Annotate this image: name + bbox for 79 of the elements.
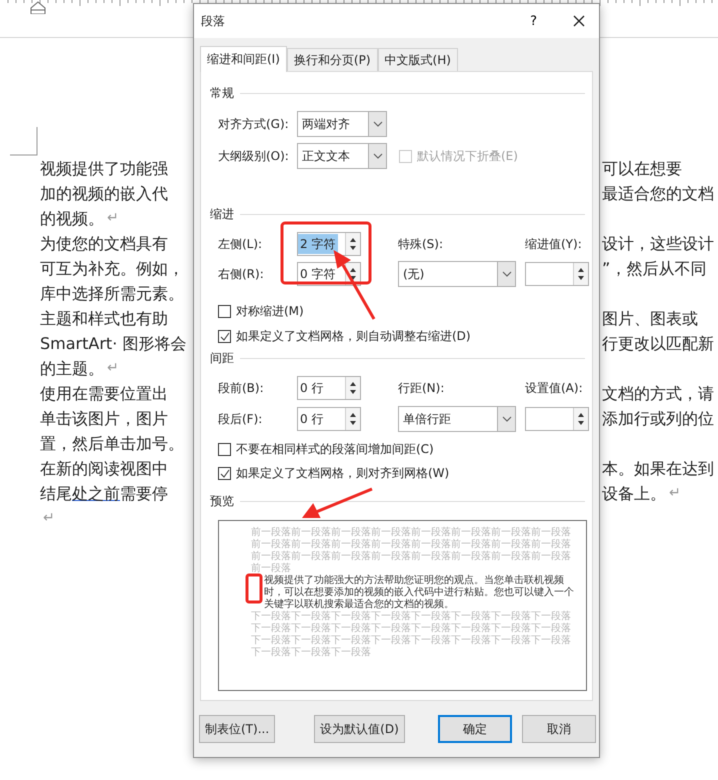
tab[interactable]: 换行和分页(P) [286,48,378,71]
section-heading: 缩进 [210,206,234,222]
document-text: 置，然后单击加号。 [40,433,184,455]
paragraph-mark: ↵ [107,209,119,228]
paragraph-mark: ↵ [107,359,119,378]
document-text: 图片、图表或 [602,308,698,330]
left-indent-spinner[interactable]: 2 字符 [297,232,361,256]
field-label: 段前(B): [218,380,265,396]
margin-corner-icon [9,126,39,156]
document-text: 为使您的文档具有 [40,233,168,255]
section-heading: 预览 [210,492,234,510]
help-button[interactable]: ? [524,14,543,28]
outline-level-dropdown[interactable]: 正文文本 [297,143,387,169]
document-text: 结尾处之前需要停 [40,483,168,505]
field-label: 段后(F): [218,410,264,428]
dialog-button[interactable]: 设为默认值(D) [314,715,405,743]
field-label: 缩进值(Y): [525,236,582,250]
line-spacing-dropdown[interactable]: 单倍行距 [398,406,516,432]
document-text: 文档的方式，请 [602,383,714,405]
field-label: 行距(N): [398,380,444,394]
document-text: 设备上。 [602,483,666,505]
document-text: 视频提供了功能强 [40,158,168,180]
field-label: 特殊(S): [398,236,444,250]
document-text: 在新的阅读视图中 [40,458,168,480]
paragraph-mark: ↵ [43,509,55,528]
checkbox[interactable] [218,304,231,318]
tab[interactable]: 缩进和间距(I) [200,46,287,72]
dialog-button[interactable]: 制表位(T)... [199,715,276,743]
field-label: 大纲级别(O): [218,148,290,164]
document-text: 添加行或列的位 [602,408,714,430]
tab[interactable]: 中文版式(H) [378,48,458,71]
dialog-button[interactable]: 确定 [438,715,512,743]
dialog-title: 段落 [201,12,226,30]
dialog-button[interactable]: 取消 [522,715,596,743]
document-text: 设计，这些设计 [602,233,714,255]
chevron-down-icon [502,416,512,422]
field-label: 右侧(R): [218,266,265,282]
paragraph-mark: ↵ [669,484,681,503]
checkbox-label: 不要在相同样式的段落间增加间距(C) [236,440,434,458]
checkbox[interactable] [218,330,231,342]
document-text: 本。如果在达到 [602,458,714,480]
annotation-arrow [302,488,373,518]
preview-text: 视频提供了功能强大的方法帮助您证明您的观点。当您单击联机视频时，可以在想要添加的视频的嵌入代码中进行粘贴。您也可以键入一个关键字以联机搜索最适合您的文档的视频。 [264,575,575,610]
chevron-down-icon [372,153,382,159]
document-text: SmartArt· 图形将会 [40,333,186,355]
spacing-after-spinner[interactable]: 0 行 [297,407,361,431]
checkbox[interactable] [218,442,231,456]
checkbox-label: 如果定义了文档网格，则自动调整右缩进(D) [236,328,471,344]
document-text: 加的视频的嵌入代 [40,183,168,205]
checkbox-label: 对称缩进(M) [236,302,304,320]
document-text: 的视频。 [40,208,104,230]
checkbox[interactable] [218,466,231,480]
preview-text: 下一段落下一段落下一段落下一段落下一段落下一段落下一段落下一段落下一段落下一段落下一段落下一段落下一段落下一段落下一段落下一段落下一段落下一段落下一段落下一段落下一段落下一段落下一段落下一段落下一段落下一段落下一段落 [251,611,572,659]
annotation-arrow [334,250,376,320]
document-text: 最适合您的文档 [602,183,714,205]
field-label: 对齐方式(G): [218,116,290,132]
document-text: 单击该图片，图片 [40,408,168,430]
field-label: 设置值(A): [525,380,583,394]
document-text: 库中选择所需元素。 [40,283,184,305]
document-text: 使用在需要位置出 [40,383,168,405]
document-text: 主题和样式也有助 [40,308,168,330]
document-text: ”，然后从不同 [602,258,706,280]
checkbox-label: 如果定义了文档网格，则对齐到网格(W) [236,464,450,482]
alignment-dropdown[interactable]: 两端对齐 [297,111,387,137]
spacing-before-spinner[interactable]: 0 行 [297,376,361,400]
preview-text: 前一段落前一段落前一段落前一段落前一段落前一段落前一段落前一段落前一段落前一段落前一段落前一段落前一段落前一段落前一段落前一段落前一段落前一段落前一段落前一段落前一段落前一段落前一段落前一段落前一段落 [251,527,572,574]
chevron-down-icon [372,121,382,127]
document-text: 行更改以匹配新 [602,333,714,355]
special-indent-dropdown[interactable]: (无) [398,261,516,287]
checkbox-label: 默认情况下折叠(E) [417,148,518,164]
document-text: 可互为补充。例如， [40,258,184,280]
section-heading: 间距 [210,350,234,366]
annotation-box [246,574,262,604]
close-icon[interactable] [573,15,585,27]
chevron-down-icon [502,271,512,277]
field-label: 左侧(L): [218,236,264,252]
document-text: 可以在想要 [602,158,682,180]
document-text: 的主题。 [40,358,104,380]
section-heading: 常规 [210,84,234,102]
